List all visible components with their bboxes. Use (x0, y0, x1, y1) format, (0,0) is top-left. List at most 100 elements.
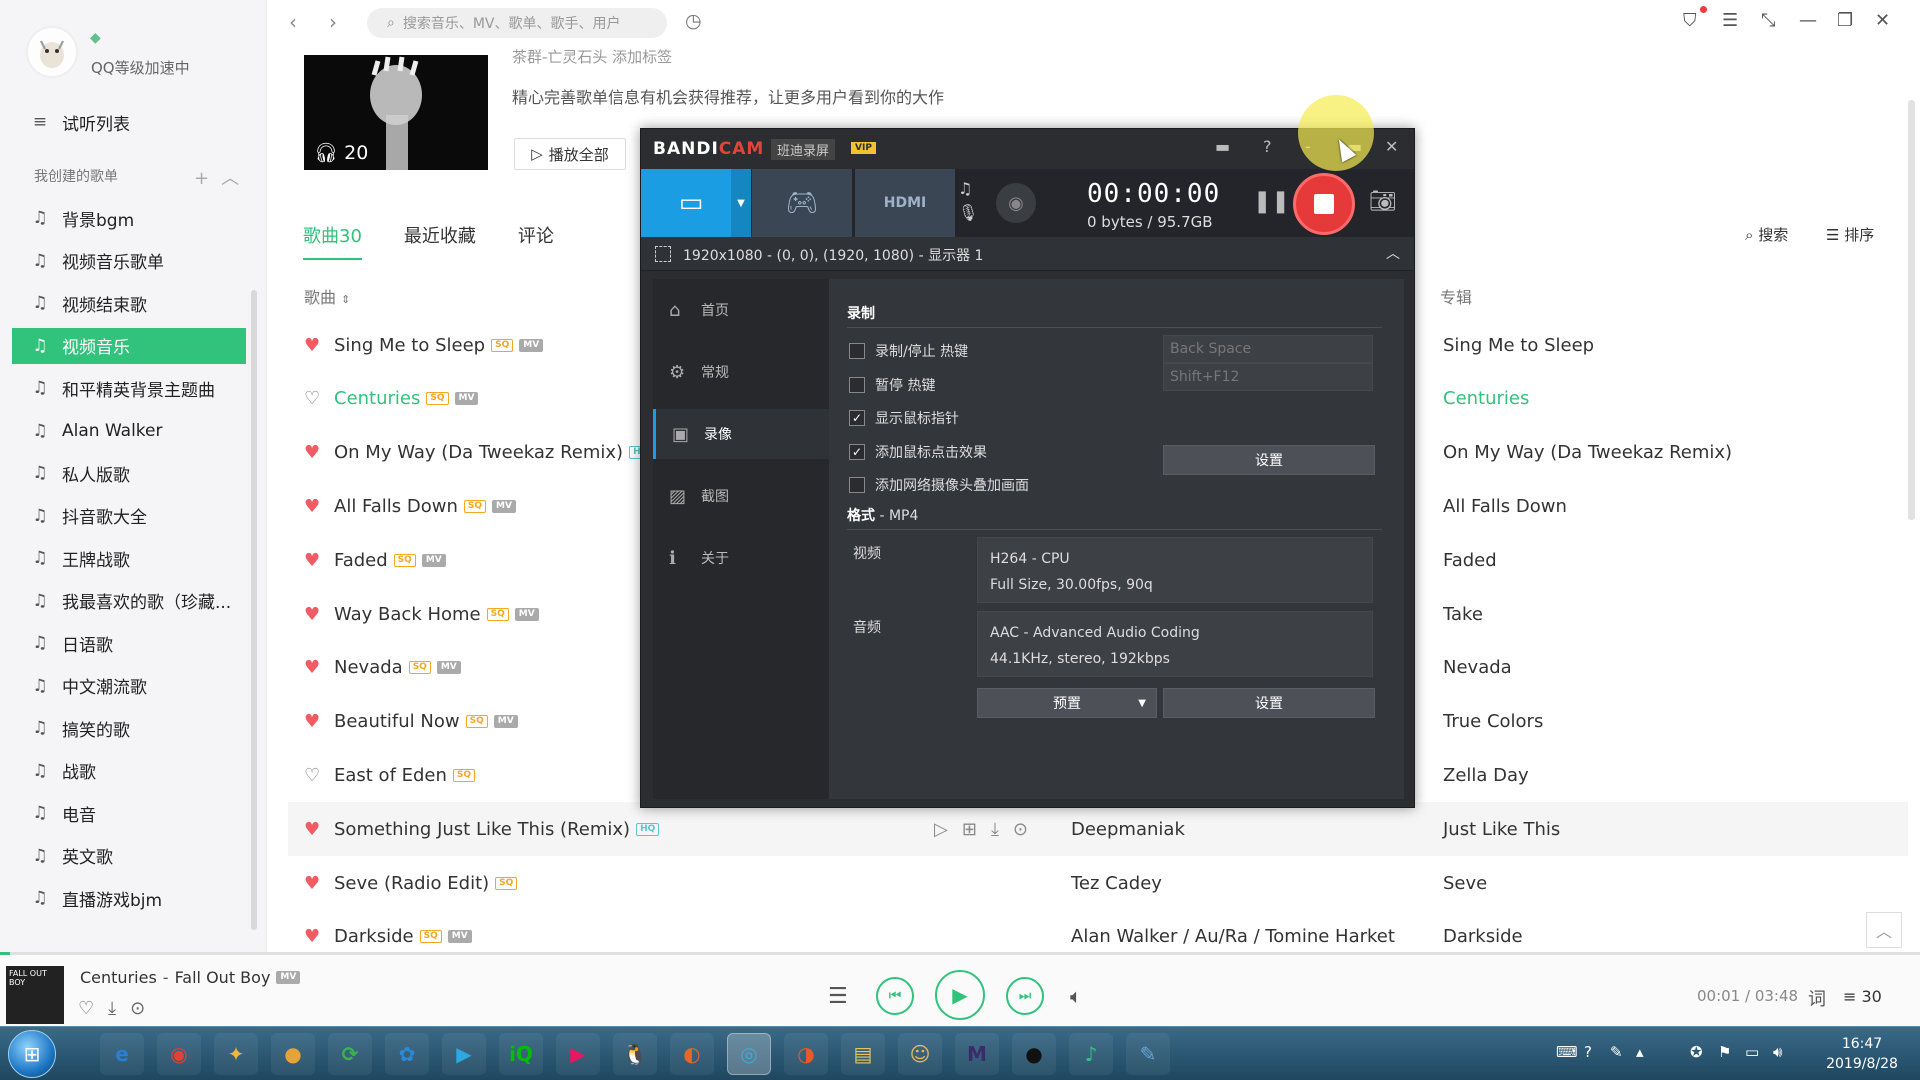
taskbar-app-flower-icon[interactable]: ✿ (385, 1033, 429, 1075)
sidebar-item-playlist[interactable]: ♫ 电音 (12, 795, 246, 831)
add-playlist-icon[interactable]: + (194, 168, 221, 189)
vip-gem-icon[interactable]: ◆ (90, 30, 101, 46)
taskbar-app-green-icon[interactable]: ⟳ (328, 1033, 372, 1075)
region-bar[interactable]: 1920x1080 - (0, 0), (1920, 1080) - 显示器 1… (641, 237, 1414, 271)
mv-badge[interactable]: MV (276, 971, 301, 984)
screen-mode-dropdown[interactable]: ▼ (731, 169, 751, 237)
table-row[interactable]: ♥ Seve (Radio Edit) SQ Tez Cadey Seve (288, 856, 1908, 910)
minimize-icon[interactable]: — (1799, 10, 1817, 31)
song-album[interactable]: Faded (1443, 550, 1497, 571)
song-album[interactable]: True Colors (1443, 711, 1543, 732)
sidebar-item-playlist[interactable]: ♫ 日语歌 (12, 625, 246, 661)
sidebar-item-playlist[interactable]: ♫ Alan Walker (12, 413, 246, 449)
song-album[interactable]: Darkside (1443, 926, 1523, 947)
taskbar-app-play-icon[interactable]: ▶ (442, 1033, 486, 1075)
song-title[interactable]: Seve (Radio Edit) SQ (334, 873, 518, 894)
bandicam-nav-item-1[interactable]: ⚙ 常规 (653, 347, 829, 397)
song-title[interactable]: Way Back Home SQ MV (334, 604, 539, 625)
checkbox-unchecked[interactable] (849, 477, 865, 493)
heart-filled-icon[interactable]: ♥ (304, 873, 320, 894)
tab-0[interactable]: 歌曲30 (303, 222, 362, 260)
tab-2[interactable]: 评论 (518, 222, 554, 260)
sidebar-item-playlist[interactable]: ♫ 视频音乐歌单 (12, 243, 246, 279)
sidebar-item-playlist[interactable]: ♫ 我最喜欢的歌（珍藏... (12, 583, 246, 619)
taskbar-bandicam-rec-icon[interactable]: ● (1012, 1033, 1056, 1075)
song-title[interactable]: Faded SQ MV (334, 550, 446, 571)
checkbox-unchecked[interactable] (849, 376, 865, 393)
song-album[interactable]: All Falls Down (1443, 496, 1567, 517)
flag-icon[interactable]: ⚑ (1718, 1043, 1731, 1061)
sidebar-item-listen-list[interactable]: ≡ 试听列表 (12, 104, 246, 140)
mv-badge[interactable]: MV (447, 930, 472, 944)
taskbar-explorer-icon[interactable]: ▤ (841, 1033, 885, 1075)
hdmi-mode-button[interactable]: HDMI (855, 169, 955, 237)
option-checkbox-row[interactable]: 添加网络摄像头叠加画面 (849, 475, 1029, 495)
add-icon[interactable]: ⊞ (962, 819, 991, 840)
skin-shirt-icon[interactable]: ⛉ (1683, 10, 1697, 31)
sidebar-item-playlist[interactable]: ♫ 王牌战歌 (12, 540, 246, 576)
heart-filled-icon[interactable]: ♥ (304, 496, 320, 517)
now-playing-cover[interactable]: FALL OUT BOY (6, 966, 64, 1024)
video-format-field[interactable]: H264 - CPU Full Size, 30.00fps, 90q (977, 537, 1373, 603)
mv-badge[interactable]: MV (492, 499, 516, 513)
record-stop-button[interactable] (1293, 173, 1355, 235)
tray-app-icon[interactable]: ✎ (1610, 1043, 1623, 1061)
keyboard-icon[interactable]: ⌨ (1556, 1043, 1578, 1061)
song-album[interactable]: Just Like This (1443, 819, 1560, 840)
bandicam-nav-item-3[interactable]: ▨ 截图 (653, 471, 829, 521)
mv-badge[interactable]: MV (519, 338, 544, 352)
sidebar-item-playlist[interactable]: ♫ 私人版歌 (12, 455, 246, 491)
taskbar-app-m-icon[interactable]: M (955, 1033, 999, 1075)
song-album[interactable]: Centuries (1443, 388, 1529, 409)
sidebar-item-playlist[interactable]: ♫ 战歌 (12, 753, 246, 789)
pause-icon[interactable]: ❚❚ (1253, 189, 1290, 214)
folder-icon[interactable]: ▬ (1215, 137, 1230, 156)
heart-filled-icon[interactable]: ♥ (304, 442, 320, 463)
sidebar-item-playlist[interactable]: ♫ 背景bgm (12, 200, 246, 236)
network-icon[interactable]: ▭ (1745, 1043, 1759, 1061)
taskbar-qq-icon[interactable]: 🐧 (613, 1033, 657, 1075)
song-album[interactable]: Zella Day (1443, 765, 1529, 786)
next-button[interactable]: ⏭ (1006, 977, 1044, 1015)
option-checkbox-row[interactable]: ✓ 显示鼠标指针 (849, 408, 959, 428)
avatar[interactable] (26, 26, 78, 78)
taskbar-app-leaf-icon[interactable]: ♪ (1069, 1033, 1113, 1075)
mv-badge[interactable]: MV (421, 553, 446, 567)
record-hotkey-field[interactable]: Back Space (1163, 335, 1373, 363)
heart-filled-icon[interactable]: ♥ (304, 819, 320, 840)
chevron-up-icon[interactable]: ︿ (1386, 243, 1400, 263)
taskbar-chrome-icon[interactable]: ◉ (157, 1033, 201, 1075)
bandicam-nav-item-0[interactable]: ⌂ 首页 (653, 285, 829, 335)
now-playing-song[interactable]: Centuries (80, 968, 157, 987)
song-album[interactable]: Nevada (1443, 657, 1512, 678)
speaker-icon[interactable]: 🔊︎ (1773, 1043, 1782, 1061)
sidebar-item-playlist[interactable]: ♫ 中文潮流歌 (12, 668, 246, 704)
mv-badge[interactable]: MV (436, 661, 461, 675)
song-album[interactable]: On My Way (Da Tweekaz Remix) (1443, 442, 1732, 463)
mv-badge[interactable]: MV (514, 607, 539, 621)
heart-filled-icon[interactable]: ♥ (304, 604, 320, 625)
previous-button[interactable]: ⏮ (876, 977, 914, 1015)
audio-format-field[interactable]: AAC - Advanced Audio Coding 44.1KHz, ste… (977, 611, 1373, 677)
song-artist[interactable]: Tez Cadey (1071, 873, 1162, 894)
song-artist[interactable]: Alan Walker / Au/Ra / Tomine Harket (1071, 926, 1395, 947)
taskbar-app-orange-icon[interactable]: ◑ (784, 1033, 828, 1075)
heart-outline-icon[interactable]: ♡ (304, 388, 320, 409)
help-icon[interactable]: ? (1584, 1043, 1592, 1061)
back-to-top-button[interactable]: ︿ (1866, 912, 1902, 948)
option-checkbox-row[interactable]: ✓ 添加鼠标点击效果 (849, 442, 987, 462)
list-search-button[interactable]: ⌕ 搜索 (1745, 224, 1788, 245)
vip-badge[interactable]: VIP (851, 142, 876, 154)
song-album[interactable]: Seve (1443, 873, 1487, 894)
mv-badge[interactable]: MV (454, 392, 479, 406)
history-icon[interactable]: ◷ (685, 10, 702, 32)
sidebar-item-playlist[interactable]: ♫ 直播游戏bjm (12, 880, 246, 916)
webcam-button[interactable]: ◉ (996, 183, 1036, 223)
bandicam-nav-item-4[interactable]: ℹ 关于 (653, 533, 829, 583)
download-icon[interactable]: ⤓ (108, 998, 130, 1019)
mini-mode-icon[interactable]: ⤡ (1761, 10, 1775, 31)
play-mode-icon[interactable]: ☰ (828, 984, 848, 1009)
sidebar-item-playlist[interactable]: ♫ 和平精英背景主题曲 (12, 370, 246, 406)
forward-arrow-icon[interactable]: › (329, 10, 337, 34)
taskbar-iqiyi-icon[interactable]: iQ (499, 1033, 543, 1075)
